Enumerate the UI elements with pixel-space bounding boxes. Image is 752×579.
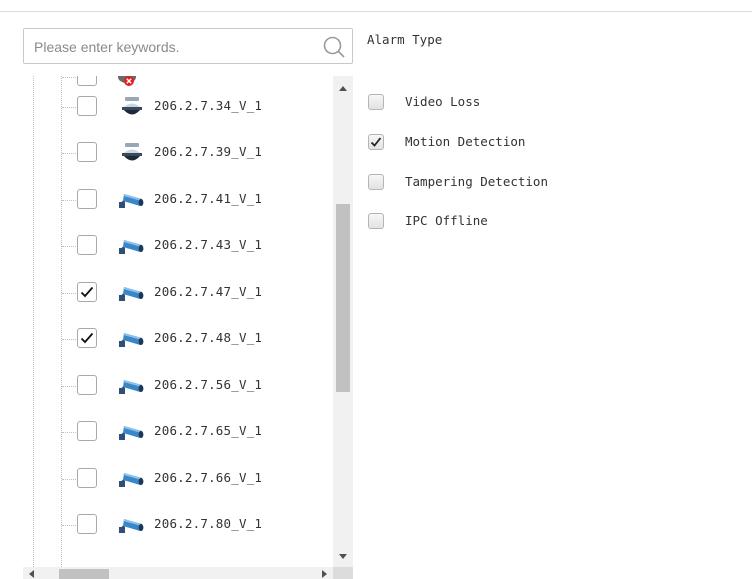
tree-row[interactable]: 206.2.7.47_V_1	[23, 278, 333, 308]
alarm-option-motion-detection[interactable]: Motion Detection	[368, 133, 668, 151]
device-tree: 206.2.7.34_V_1 206.2.7.39_V_1 206.2.7.41…	[23, 76, 333, 567]
alarm-type-title: Alarm Type	[367, 32, 443, 47]
tree-row[interactable]: 206.2.7.48_V_1	[23, 324, 333, 354]
tree-row[interactable]: 206.2.7.56_V_1	[23, 371, 333, 401]
scroll-up-arrow-icon[interactable]	[333, 80, 353, 98]
dome-camera-icon	[115, 141, 149, 165]
tree-item-label: 206.2.7.43_V_1	[154, 237, 263, 252]
alarm-checkbox[interactable]	[368, 174, 384, 190]
horizontal-scrollbar[interactable]	[23, 567, 333, 579]
tree-connector	[62, 479, 76, 480]
tree-row[interactable]: 206.2.7.66_V_1	[23, 464, 333, 494]
tree-connector	[62, 153, 76, 154]
scroll-down-arrow-icon[interactable]	[333, 547, 353, 565]
vertical-scroll-thumb[interactable]	[336, 204, 350, 392]
tree-connector	[62, 107, 76, 108]
alarm-option-label: Video Loss	[405, 94, 481, 109]
tree-checkbox[interactable]	[77, 235, 97, 255]
tree-checkbox[interactable]	[77, 76, 97, 86]
tree-row[interactable]: 206.2.7.41_V_1	[23, 185, 333, 215]
alarm-option-label: Motion Detection	[405, 134, 526, 149]
tree-row[interactable]: 206.2.7.65_V_1	[23, 417, 333, 447]
alarm-option-label: IPC Offline	[405, 213, 488, 228]
tree-item-label: 206.2.7.41_V_1	[154, 191, 263, 206]
tree-row[interactable]: 206.2.7.43_V_1	[23, 231, 333, 261]
tree-row-partial[interactable]	[23, 76, 333, 92]
alarm-option-video-loss[interactable]: Video Loss	[368, 93, 668, 111]
bullet-camera-icon	[115, 467, 149, 491]
tree-row[interactable]: 206.2.7.34_V_1	[23, 92, 333, 122]
tree-row[interactable]: 206.2.7.39_V_1	[23, 138, 333, 168]
tree-checkbox[interactable]	[77, 142, 97, 162]
scrollbar-corner	[333, 567, 353, 579]
search-input[interactable]	[32, 35, 306, 59]
horizontal-scroll-thumb[interactable]	[59, 569, 109, 579]
bullet-camera-icon	[115, 374, 149, 398]
search-icon[interactable]	[322, 35, 346, 59]
tree-checkbox-checked[interactable]	[77, 328, 97, 348]
tree-item-label: 206.2.7.80_V_1	[154, 516, 263, 531]
tree-item-label: 206.2.7.39_V_1	[154, 144, 263, 159]
bullet-camera-icon	[115, 327, 149, 351]
tree-connector	[62, 246, 76, 247]
tree-connector	[62, 432, 76, 433]
tree-item-label: 206.2.7.65_V_1	[154, 423, 263, 438]
search-box[interactable]	[23, 28, 353, 64]
tree-connector	[62, 200, 76, 201]
tree-checkbox-checked[interactable]	[77, 282, 97, 302]
top-divider	[0, 11, 752, 12]
tree-checkbox[interactable]	[77, 96, 97, 116]
offline-camera-icon	[115, 76, 149, 89]
tree-connector	[62, 525, 76, 526]
bullet-camera-icon	[115, 234, 149, 258]
alarm-checkbox[interactable]	[368, 213, 384, 229]
bullet-camera-icon	[115, 513, 149, 537]
scroll-left-arrow-icon[interactable]	[23, 567, 41, 579]
tree-row[interactable]: 206.2.7.80_V_1	[23, 510, 333, 540]
tree-connector	[62, 339, 76, 340]
tree-checkbox[interactable]	[77, 468, 97, 488]
tree-item-label: 206.2.7.56_V_1	[154, 377, 263, 392]
alarm-option-tampering-detection[interactable]: Tampering Detection	[368, 173, 668, 191]
alarm-checkbox-checked[interactable]	[368, 134, 384, 150]
dome-camera-icon	[115, 95, 149, 119]
scroll-right-arrow-icon[interactable]	[315, 567, 333, 579]
tree-checkbox[interactable]	[77, 421, 97, 441]
tree-item-label: 206.2.7.47_V_1	[154, 284, 263, 299]
tree-checkbox[interactable]	[77, 375, 97, 395]
tree-checkbox[interactable]	[77, 189, 97, 209]
tree-connector	[62, 293, 76, 294]
tree-connector	[62, 386, 76, 387]
tree-item-label: 206.2.7.48_V_1	[154, 330, 263, 345]
bullet-camera-icon	[115, 281, 149, 305]
tree-item-label: 206.2.7.66_V_1	[154, 470, 263, 485]
device-tree-panel: 206.2.7.34_V_1 206.2.7.39_V_1	[23, 24, 353, 579]
tree-checkbox[interactable]	[77, 514, 97, 534]
alarm-option-ipc-offline[interactable]: IPC Offline	[368, 212, 668, 230]
alarm-option-label: Tampering Detection	[405, 174, 548, 189]
bullet-camera-icon	[115, 188, 149, 212]
alarm-checkbox[interactable]	[368, 94, 384, 110]
tree-connector	[62, 77, 76, 78]
vertical-scrollbar[interactable]	[333, 76, 353, 567]
bullet-camera-icon	[115, 420, 149, 444]
tree-item-label: 206.2.7.34_V_1	[154, 98, 263, 113]
